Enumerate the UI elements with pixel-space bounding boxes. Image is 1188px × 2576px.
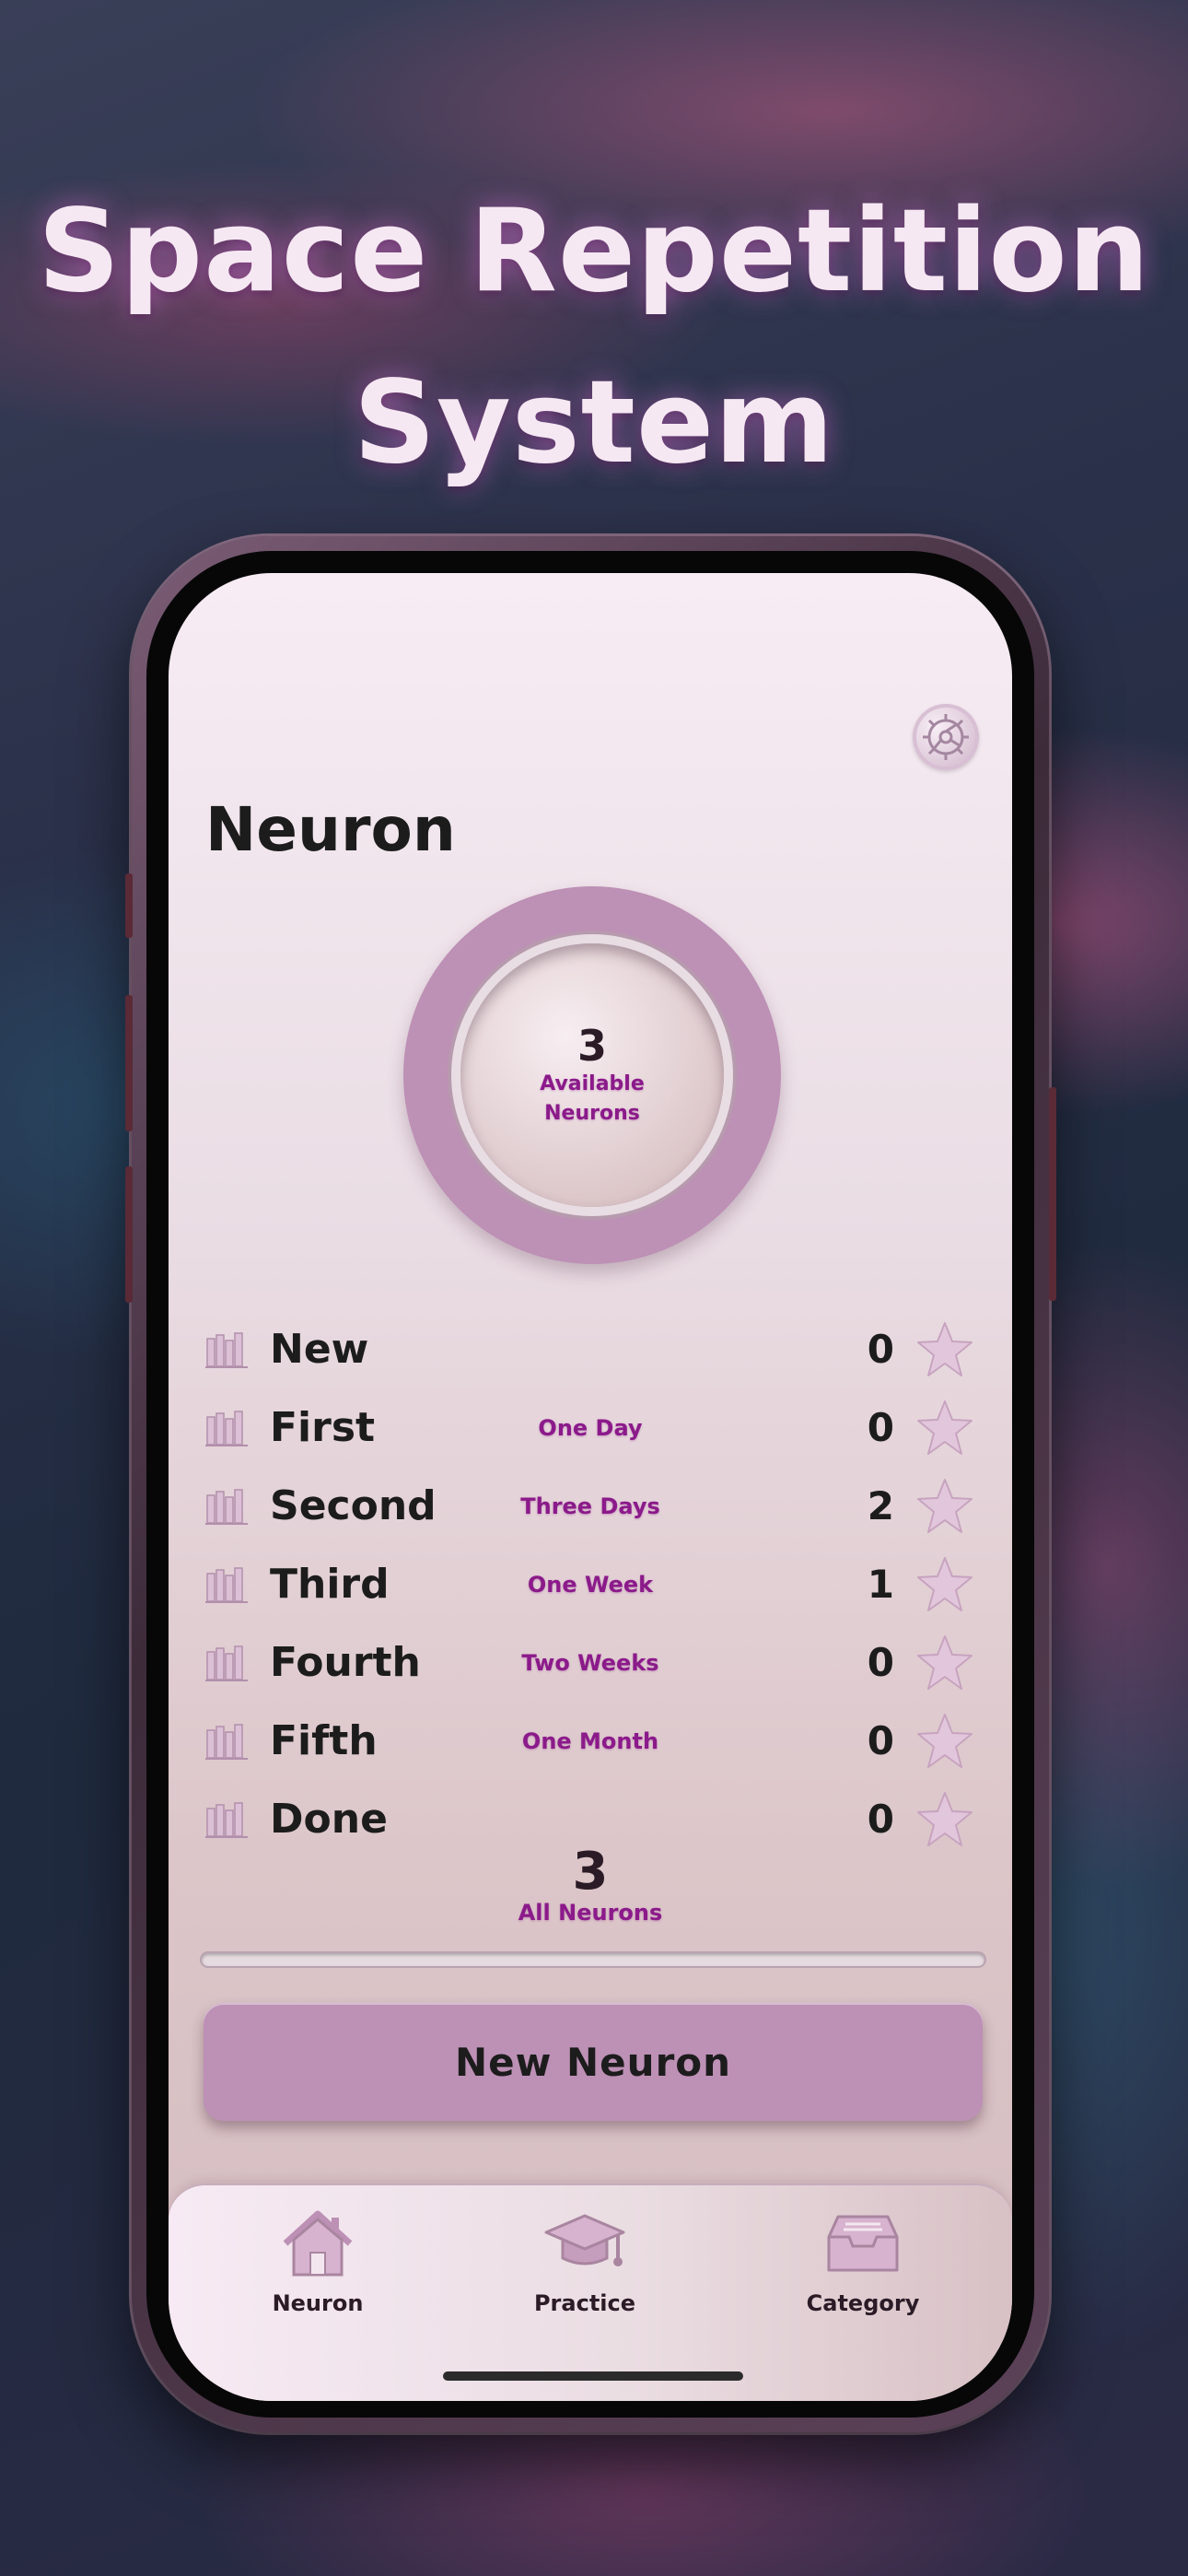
star-icon[interactable] <box>914 1554 975 1615</box>
level-count: 1 <box>867 1562 894 1607</box>
settings-button[interactable] <box>913 704 979 770</box>
phone-volume-up-button <box>125 995 133 1131</box>
headline-line-2: System <box>353 357 835 489</box>
tab-label-category: Category <box>806 2290 920 2316</box>
tab-category[interactable]: Category <box>771 2204 955 2316</box>
tab-label-practice: Practice <box>533 2290 636 2316</box>
level-list: New 0 First One Day 0 Second Three Days 2 Third O… <box>205 1310 975 1858</box>
inbox-tray-icon <box>827 2215 899 2272</box>
level-count: 2 <box>867 1483 894 1528</box>
level-count: 0 <box>867 1797 894 1842</box>
level-interval: Three Days <box>520 1493 660 1519</box>
level-name: Done <box>270 1796 388 1843</box>
level-count: 0 <box>867 1640 894 1685</box>
star-icon[interactable] <box>914 1319 975 1380</box>
tab-neuron[interactable]: Neuron <box>226 2204 410 2316</box>
level-row-first[interactable]: First One Day 0 <box>205 1388 975 1467</box>
star-icon[interactable] <box>914 1633 975 1693</box>
home-indicator <box>443 2371 743 2381</box>
level-interval: Two Weeks <box>521 1649 659 1676</box>
phone-mute-button <box>125 873 133 938</box>
page-title: Neuron <box>205 794 456 865</box>
books-stack-icon <box>205 1331 248 1368</box>
level-row-new[interactable]: New 0 <box>205 1310 975 1388</box>
level-row-second[interactable]: Second Three Days 2 <box>205 1467 975 1545</box>
books-stack-icon <box>205 1801 248 1838</box>
total-summary: 3 All Neurons <box>169 1844 1012 1926</box>
level-name: New <box>270 1326 369 1373</box>
level-row-third[interactable]: Third One Week 1 <box>205 1545 975 1623</box>
promo-headline: Space Repetition System <box>0 166 1188 509</box>
graduation-cap-icon <box>544 2214 625 2266</box>
level-count: 0 <box>867 1718 894 1763</box>
phone-volume-down-button <box>125 1166 133 1303</box>
level-count: 0 <box>867 1405 894 1450</box>
available-neurons-ring: 3 Available Neurons <box>403 886 781 1264</box>
tab-practice[interactable]: Practice <box>493 2204 677 2316</box>
level-row-fifth[interactable]: Fifth One Month 0 <box>205 1702 975 1780</box>
level-interval: One Month <box>521 1727 659 1754</box>
available-neurons-center: 3 Available Neurons <box>460 943 724 1207</box>
home-icon <box>283 2210 353 2277</box>
gear-icon <box>923 714 969 760</box>
available-label: Available Neurons <box>540 1072 645 1125</box>
total-count: 3 <box>572 1842 609 1902</box>
star-icon[interactable] <box>914 1789 975 1850</box>
level-row-fourth[interactable]: Fourth Two Weeks 0 <box>205 1623 975 1702</box>
app-screen: Neuron 3 Available Neurons New 0 First One … <box>169 573 1012 2401</box>
progress-bar <box>202 1953 984 1966</box>
tab-bar: Neuron Practice Category <box>169 2184 1012 2401</box>
tab-label-neuron: Neuron <box>272 2290 364 2316</box>
star-icon[interactable] <box>914 1398 975 1458</box>
level-interval: One Week <box>527 1571 654 1598</box>
headline-line-1: Space Repetition <box>38 185 1150 318</box>
available-count: 3 <box>577 1021 607 1071</box>
star-icon[interactable] <box>914 1476 975 1537</box>
level-count: 0 <box>867 1327 894 1372</box>
total-label: All Neurons <box>518 1900 663 1926</box>
star-icon[interactable] <box>914 1711 975 1772</box>
new-neuron-button[interactable]: New Neuron <box>204 2003 983 2121</box>
phone-power-button <box>1049 1087 1056 1301</box>
level-interval: One Day <box>538 1414 643 1441</box>
